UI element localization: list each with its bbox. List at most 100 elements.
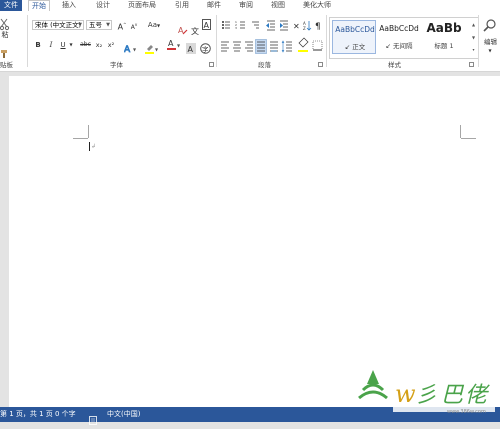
divider bbox=[478, 15, 479, 67]
subscript-button[interactable]: x₂ bbox=[94, 40, 104, 50]
decrease-indent-icon[interactable] bbox=[266, 20, 275, 31]
svg-text:✕: ✕ bbox=[293, 22, 300, 31]
font-size-value: 五号 bbox=[89, 21, 102, 29]
style-name: ↙ 无间隔 bbox=[385, 42, 413, 50]
svg-text:A: A bbox=[204, 21, 210, 29]
tab-beautify-master[interactable]: 美化大师 bbox=[303, 0, 331, 11]
clear-formatting-icon[interactable]: A bbox=[178, 20, 188, 35]
distributed-icon[interactable] bbox=[270, 41, 278, 52]
crop-mark-top-right bbox=[461, 138, 476, 139]
numbering-icon[interactable]: 123 bbox=[235, 20, 245, 30]
cut-icon[interactable] bbox=[0, 16, 10, 31]
align-right-icon[interactable] bbox=[245, 41, 253, 52]
language-status[interactable]: 中文(中国) bbox=[107, 407, 140, 422]
align-left-icon[interactable] bbox=[221, 41, 229, 52]
font-group-label: 字体 bbox=[110, 61, 123, 69]
chinese-layout-icon[interactable]: ✕ bbox=[293, 22, 300, 31]
chevron-down-icon[interactable]: ▼ bbox=[469, 31, 478, 44]
tab-insert[interactable]: 插入 bbox=[62, 0, 76, 11]
tab-file[interactable]: 文件 bbox=[0, 0, 22, 11]
shrink-font-button[interactable]: Av bbox=[129, 20, 139, 31]
align-center-icon[interactable] bbox=[233, 41, 241, 52]
divider bbox=[27, 15, 28, 67]
show-formatting-marks-icon[interactable]: ¶ bbox=[315, 22, 321, 32]
tab-design[interactable]: 设计 bbox=[96, 0, 110, 11]
character-border-icon[interactable]: A bbox=[202, 19, 211, 30]
character-shading-icon[interactable]: A bbox=[186, 39, 196, 54]
increase-indent-icon[interactable] bbox=[280, 20, 288, 31]
text-effects-icon[interactable]: A ▼ bbox=[124, 39, 138, 56]
change-case-label: Aa bbox=[147, 21, 157, 29]
paragraph-controls: 123 ✕ AZ ¶ bbox=[221, 20, 323, 54]
tab-home[interactable]: 开始 bbox=[28, 0, 50, 11]
tab-view[interactable]: 视图 bbox=[271, 0, 285, 11]
line-spacing-icon[interactable] bbox=[281, 40, 292, 53]
style-sample: AaBb bbox=[426, 21, 462, 35]
style-no-spacing[interactable]: AaBbCcDd ↙ 无间隔 bbox=[377, 20, 421, 54]
style-heading-1[interactable]: AaBb 标题 1 bbox=[422, 20, 466, 54]
crop-mark-top-left bbox=[88, 125, 89, 138]
tab-mailings[interactable]: 邮件 bbox=[207, 0, 221, 11]
word-count-status[interactable]: 0 个字 bbox=[55, 407, 76, 422]
style-name: 标题 1 bbox=[434, 42, 454, 50]
paste-button[interactable]: 粘 bbox=[0, 30, 10, 44]
style-normal[interactable]: AaBbCcDd ↙ 正文 bbox=[332, 20, 376, 54]
font-dialog-launcher-icon[interactable] bbox=[209, 62, 214, 67]
ribbon-tab-bar: 文件 开始 插入 设计 页面布局 引用 邮件 审阅 视图 美化大师 bbox=[0, 0, 500, 11]
grow-font-button[interactable]: A^ bbox=[117, 20, 127, 32]
justify-icon[interactable] bbox=[255, 39, 267, 54]
svg-text:w: w bbox=[395, 380, 416, 408]
svg-text:A: A bbox=[188, 45, 194, 54]
highlight-color-icon[interactable]: ▼ bbox=[145, 39, 159, 54]
svg-text:3: 3 bbox=[235, 26, 237, 30]
page-count-status[interactable]: 第 1 页，共 1 页 bbox=[0, 407, 53, 422]
svg-text:Z: Z bbox=[303, 26, 306, 31]
enclose-characters-icon[interactable]: 字 bbox=[200, 39, 211, 54]
paragraph-mark-icon: ↲ bbox=[91, 143, 97, 150]
divider bbox=[326, 15, 327, 67]
format-painter-icon[interactable] bbox=[0, 44, 10, 58]
styles-gallery: AaBbCcDd ↙ 正文 AaBbCcDd ↙ 无间隔 AaBb 标题 1 bbox=[329, 17, 470, 59]
superscript-button[interactable]: x² bbox=[106, 40, 116, 50]
proofing-icon[interactable] bbox=[89, 410, 99, 425]
svg-text:字: 字 bbox=[202, 45, 209, 54]
site-watermark-logo: w 彡 巴 佬 www.386w.com bbox=[355, 364, 500, 422]
chevron-down-icon: ▼ bbox=[106, 22, 110, 28]
svg-text:▼: ▼ bbox=[155, 47, 159, 52]
svg-text:▼: ▼ bbox=[133, 47, 137, 52]
bullets-icon[interactable] bbox=[222, 21, 230, 29]
chevron-down-icon[interactable]: ▼ bbox=[484, 46, 496, 56]
svg-text:巴: 巴 bbox=[441, 383, 465, 408]
tab-review[interactable]: 审阅 bbox=[239, 0, 253, 11]
italic-button[interactable]: I bbox=[47, 40, 55, 50]
strikethrough-button[interactable]: abc bbox=[79, 40, 92, 50]
svg-text:彡: 彡 bbox=[415, 383, 437, 408]
multilevel-list-icon[interactable] bbox=[252, 21, 259, 29]
find-icon[interactable] bbox=[482, 18, 498, 34]
chevron-down-icon: ▼ bbox=[78, 22, 82, 28]
shading-icon[interactable] bbox=[298, 37, 309, 52]
tab-page-layout[interactable]: 页面布局 bbox=[128, 0, 156, 11]
borders-icon[interactable] bbox=[312, 40, 323, 51]
font-name-combo[interactable]: 宋体 (中文正文) ▼ bbox=[32, 20, 84, 30]
paragraph-dialog-launcher-icon[interactable] bbox=[318, 62, 323, 67]
underline-button[interactable]: U bbox=[59, 40, 67, 50]
document-page[interactable]: ↲ bbox=[9, 76, 500, 407]
phonetic-guide-icon[interactable]: 文 bbox=[190, 20, 200, 36]
font-color-button[interactable]: A ▼ bbox=[167, 39, 181, 50]
text-cursor bbox=[89, 142, 90, 151]
crop-mark-top-left bbox=[73, 138, 88, 139]
change-case-button[interactable]: Aa▼ bbox=[147, 20, 161, 30]
svg-text:佬: 佬 bbox=[465, 383, 490, 408]
svg-text:文: 文 bbox=[191, 26, 199, 35]
font-size-combo[interactable]: 五号 ▼ bbox=[86, 20, 112, 30]
chevron-down-icon[interactable]: ▼ bbox=[69, 40, 73, 50]
bold-button[interactable]: B bbox=[34, 40, 42, 50]
paste-label: 粘 bbox=[1, 31, 9, 39]
clipboard-group-label: 贴板 bbox=[0, 61, 13, 69]
sort-icon[interactable]: AZ bbox=[303, 21, 312, 31]
more-styles-icon[interactable]: ▾ bbox=[469, 44, 478, 56]
chevron-up-icon[interactable]: ▲ bbox=[469, 18, 478, 31]
styles-dialog-launcher-icon[interactable] bbox=[469, 62, 474, 67]
tab-references[interactable]: 引用 bbox=[175, 0, 189, 11]
